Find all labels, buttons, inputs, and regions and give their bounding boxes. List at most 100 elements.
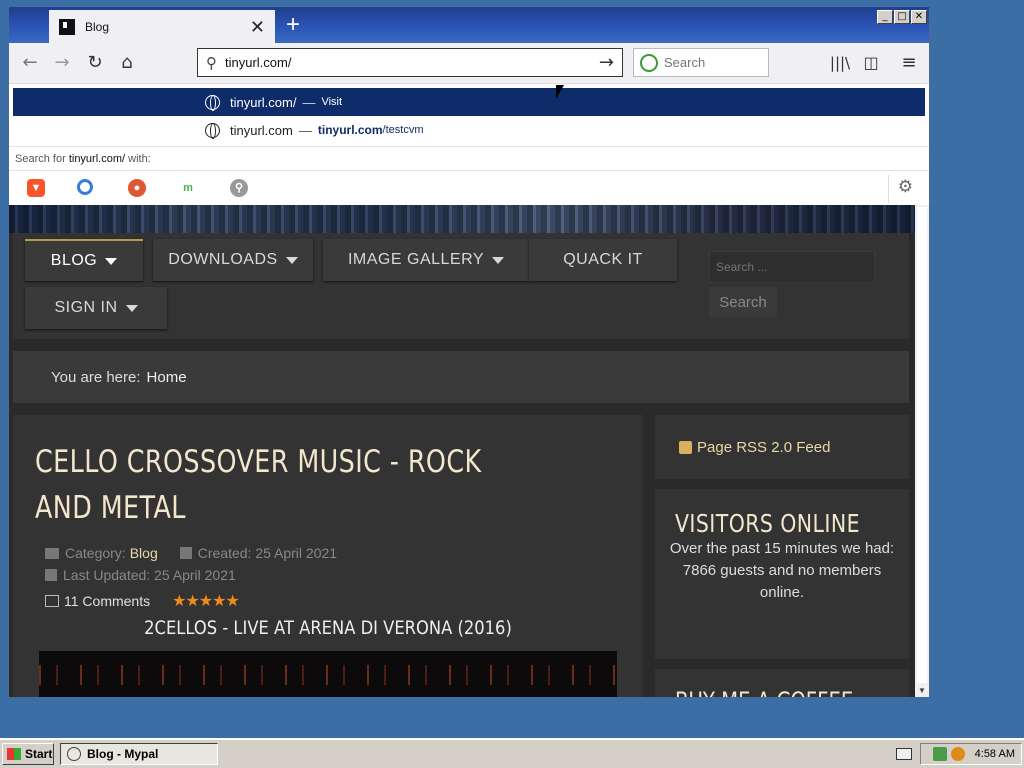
window-controls: _ □ ✕ (877, 10, 927, 24)
browser-window: Blog ✕ + _ □ ✕ ← → ↻ ⌂ ⚲ → |||\ ◫ ≡ tiny… (8, 6, 930, 698)
mouse-cursor-icon (556, 85, 564, 99)
start-label: Start (25, 747, 53, 761)
rating-stars[interactable]: ★★★★★ (172, 591, 240, 610)
article-title[interactable]: CELLO CROSSOVER MUSIC - ROCK AND METAL (35, 439, 511, 531)
duckduckgo-icon[interactable]: ● (128, 179, 146, 197)
scroll-down-arrow-icon[interactable]: ▼ (915, 685, 929, 697)
new-tab-button[interactable]: + (279, 11, 307, 39)
webpage-content: BLOG DOWNLOADS IMAGE GALLERY QUACK IT SI… (9, 205, 915, 697)
menu-blog[interactable]: BLOG (25, 239, 143, 281)
url-suggestions-dropdown: tinyurl.com/ — Visit tinyurl.com — tinyu… (9, 83, 929, 205)
article-comments: 11 Comments ★★★★★ (45, 591, 240, 610)
category-link[interactable]: Blog (130, 545, 158, 561)
site-search-input[interactable] (709, 251, 875, 283)
search-tray-icon[interactable] (950, 747, 965, 761)
start-button[interactable]: Start (2, 743, 54, 765)
tab-bar: Blog ✕ + _ □ ✕ (9, 7, 929, 43)
search-icon: ⚲ (206, 53, 217, 72)
gear-icon[interactable]: ⚙ (898, 177, 913, 197)
breadcrumb-home-link[interactable]: Home (147, 369, 187, 386)
suggestion-separator: — (302, 94, 316, 110)
tab-blog[interactable]: Blog ✕ (49, 10, 275, 43)
site-favicon-icon (59, 18, 75, 35)
sidebar-icon[interactable]: ◫ (858, 51, 884, 75)
visitors-text-2: 7866 guests and no members online. (682, 562, 882, 601)
updated-date: Last Updated: 25 April 2021 (63, 567, 236, 583)
brave-icon[interactable]: ▼ (27, 179, 45, 197)
clock: 4:58 AM (974, 748, 1015, 760)
suggestion-history[interactable]: tinyurl.com — tinyurl.com/testcvm (13, 116, 925, 144)
scrollbar-thumb[interactable] (917, 207, 927, 683)
folder-icon (45, 547, 59, 559)
video-player[interactable] (39, 651, 617, 697)
menu-downloads-label: DOWNLOADS (168, 251, 278, 268)
menu-icon[interactable]: ≡ (896, 51, 922, 75)
browser-icon (67, 747, 81, 761)
search-for-term: tinyurl.com/ (68, 153, 126, 165)
suggestion-action: Visit (321, 96, 343, 108)
breadcrumb: You are here: Home (13, 351, 909, 403)
chevron-down-icon (492, 256, 505, 264)
search-for-prefix: Search for (15, 153, 66, 165)
network-icon[interactable] (932, 747, 947, 761)
suggestion-url: tinyurl.com/ (230, 94, 297, 110)
taskbar: Start Blog - Mypal 4:58 AM (0, 738, 1024, 768)
close-window-button[interactable]: ✕ (911, 10, 927, 24)
coffee-widget: BUY ME A COFFEE (655, 669, 909, 697)
rss-icon (679, 440, 692, 454)
rss-feed-link[interactable]: Page RSS 2.0 Feed (655, 415, 909, 479)
menu-image-gallery[interactable]: IMAGE GALLERY (323, 239, 529, 281)
visitors-text-1: Over the past 15 minutes we had: (669, 540, 895, 557)
go-arrow-icon[interactable]: → (599, 52, 614, 73)
web-search-input[interactable] (664, 55, 754, 70)
back-arrow-icon[interactable]: ← (17, 51, 43, 75)
keyboard-icon[interactable] (896, 748, 912, 760)
search-bar[interactable] (633, 48, 769, 77)
site-search-button[interactable]: Search (709, 287, 777, 317)
calendar-icon (45, 569, 57, 581)
menu-sign-in[interactable]: SIGN IN (25, 287, 167, 329)
suggestion-visit[interactable]: tinyurl.com/ — Visit (13, 88, 925, 116)
comments-link[interactable]: 11 Comments (64, 593, 150, 609)
coffee-title: BUY ME A COFFEE (675, 687, 867, 697)
windows-logo-icon (7, 748, 21, 760)
mojeek-icon[interactable]: m (179, 179, 197, 197)
site-banner (9, 205, 915, 233)
library-icon[interactable]: |||\ (827, 51, 853, 75)
video-title: 2CELLOS - LIVE AT ARENA DI VERONA (2016) (144, 617, 512, 639)
suggestion-separator: — (298, 122, 312, 138)
qwant-icon[interactable] (77, 179, 93, 195)
minimize-button[interactable]: _ (877, 10, 893, 24)
taskbar-item-browser[interactable]: Blog - Mypal (60, 743, 218, 765)
chevron-down-icon (105, 257, 118, 265)
search-engine-icon (640, 53, 658, 72)
suggestion-domain: tinyurl.com (317, 123, 383, 137)
menu-downloads[interactable]: DOWNLOADS (153, 239, 313, 281)
taskbar-item-label: Blog - Mypal (87, 747, 159, 761)
system-tray: 4:58 AM (920, 743, 1022, 765)
globe-icon (205, 122, 220, 139)
home-icon[interactable]: ⌂ (114, 51, 140, 75)
menu-signin-label: SIGN IN (54, 299, 118, 316)
forward-arrow-icon[interactable]: → (49, 51, 75, 75)
search-for-label: Search for tinyurl.com/ with: (9, 146, 929, 168)
created-date: Created: 25 April 2021 (197, 545, 338, 561)
maximize-button[interactable]: □ (894, 10, 910, 24)
category-label: Category: (65, 545, 126, 561)
engine-divider (888, 175, 889, 203)
menu-quack-it[interactable]: QUACK IT (529, 239, 677, 281)
calendar-icon (179, 547, 192, 559)
suggestion-url: tinyurl.com (230, 122, 293, 138)
tab-close-icon[interactable]: ✕ (250, 18, 265, 36)
search-engine-list: ▼ ● m ⚲ ⚙ (9, 170, 929, 206)
url-bar[interactable]: ⚲ → (197, 48, 623, 77)
page-scrollbar[interactable]: ▼ (915, 205, 929, 697)
generic-search-icon[interactable]: ⚲ (230, 179, 248, 197)
reload-icon[interactable]: ↻ (82, 51, 108, 75)
breadcrumb-label: You are here: (51, 368, 141, 386)
menu-blog-label: BLOG (50, 252, 98, 269)
article-category: Category: Blog Created: 25 April 2021 (45, 545, 337, 561)
chevron-down-icon (125, 304, 138, 312)
url-input[interactable] (225, 55, 599, 70)
comment-icon (45, 594, 59, 607)
